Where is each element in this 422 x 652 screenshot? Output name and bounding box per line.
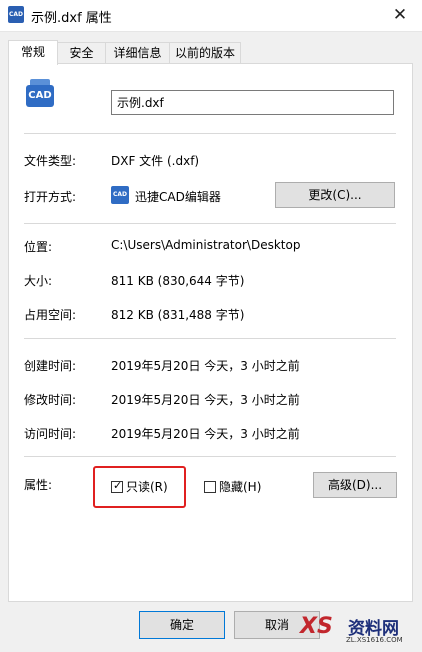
window-title: 示例.dxf 属性 — [31, 11, 112, 26]
readonly-label[interactable]: 只读(R) — [126, 478, 168, 495]
created-value: 2019年5月20日 今天，3 小时之前 — [111, 359, 300, 373]
hidden-checkbox[interactable] — [204, 481, 216, 493]
checkmark-icon: ✓ — [113, 479, 123, 492]
file-icon: CAD — [8, 6, 24, 23]
size-label: 大小: — [24, 274, 53, 288]
ok-button[interactable]: 确定 — [139, 611, 225, 639]
cad-app-icon: CAD — [111, 186, 129, 204]
accessed-label: 访问时间: — [24, 427, 77, 441]
open-with-label: 打开方式: — [24, 190, 77, 204]
hidden-label[interactable]: 隐藏(H) — [219, 478, 261, 495]
tab-general[interactable]: 常规 — [8, 40, 58, 65]
watermark-logo: XS 资料网 ZL.XS1616.COM — [300, 614, 403, 644]
tab-previous-versions[interactable]: 以前的版本 — [169, 42, 241, 64]
title-bar: CAD 示例.dxf 属性 ✕ — [0, 0, 422, 32]
created-label: 创建时间: — [24, 359, 77, 373]
open-with-app: 迅捷CAD编辑器 — [135, 190, 221, 204]
divider — [24, 133, 396, 134]
size-value: 811 KB (830,644 字节) — [111, 274, 245, 288]
divider — [24, 338, 396, 339]
divider — [24, 456, 396, 457]
disk-size-value: 812 KB (831,488 字节) — [111, 308, 245, 322]
file-name-input[interactable] — [111, 90, 394, 115]
modified-value: 2019年5月20日 今天，3 小时之前 — [111, 393, 300, 407]
change-button[interactable]: 更改(C)... — [275, 182, 395, 208]
file-type-label: 文件类型: — [24, 154, 77, 168]
attributes-label: 属性: — [24, 478, 53, 492]
disk-size-label: 占用空间: — [24, 308, 77, 322]
divider — [24, 223, 396, 224]
cad-file-icon: CAD — [24, 79, 56, 111]
tab-details[interactable]: 详细信息 — [105, 42, 170, 64]
location-value: C:\Users\Administrator\Desktop — [111, 238, 301, 252]
readonly-checkbox[interactable]: ✓ — [111, 479, 123, 493]
location-label: 位置: — [24, 240, 53, 254]
general-panel: CAD 文件类型: DXF 文件 (.dxf) 打开方式: CAD 迅捷CAD编… — [8, 63, 413, 602]
close-icon[interactable]: ✕ — [378, 0, 422, 31]
tab-security[interactable]: 安全 — [57, 42, 106, 64]
accessed-value: 2019年5月20日 今天，3 小时之前 — [111, 427, 300, 441]
advanced-button[interactable]: 高级(D)... — [313, 472, 397, 498]
modified-label: 修改时间: — [24, 393, 77, 407]
file-type-value: DXF 文件 (.dxf) — [111, 154, 200, 168]
